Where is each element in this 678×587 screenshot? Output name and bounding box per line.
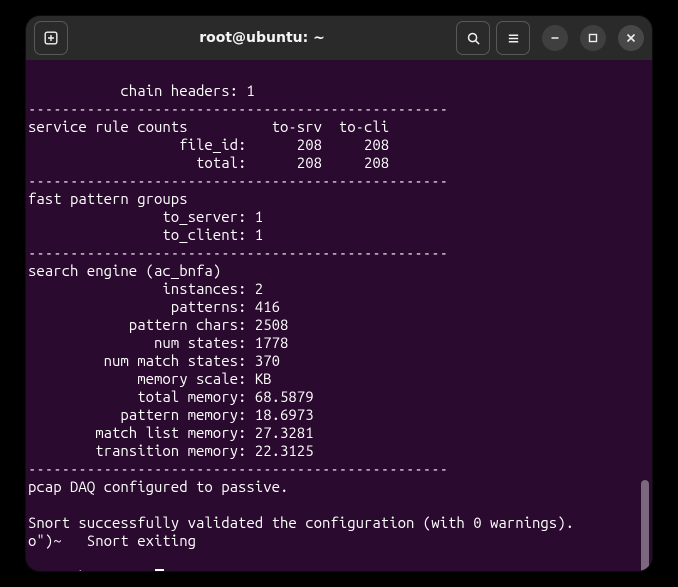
new-tab-button[interactable]: [34, 21, 68, 55]
search-button[interactable]: [456, 21, 490, 55]
terminal-window: root@ubuntu: ~: [26, 16, 652, 571]
window-title: root@ubuntu: ~: [74, 30, 450, 46]
close-button[interactable]: [618, 25, 644, 51]
titlebar: root@ubuntu: ~: [26, 16, 652, 60]
new-tab-icon: [43, 30, 59, 46]
prompt-text: root@ubuntu:~#: [28, 568, 146, 571]
cursor: [155, 569, 164, 571]
hamburger-icon: [506, 31, 521, 46]
maximize-icon: [588, 33, 598, 43]
maximize-button[interactable]: [580, 25, 606, 51]
close-icon: [626, 33, 636, 43]
scrollbar-thumb[interactable]: [641, 480, 649, 571]
menu-button[interactable]: [496, 21, 530, 55]
minimize-button[interactable]: [542, 25, 568, 51]
prompt: root@ubuntu:~#: [28, 568, 164, 571]
search-icon: [466, 31, 481, 46]
terminal-output: chain headers: 1 -----------------------…: [28, 82, 574, 549]
minimize-icon: [550, 33, 560, 43]
terminal-viewport[interactable]: chain headers: 1 -----------------------…: [26, 60, 652, 571]
